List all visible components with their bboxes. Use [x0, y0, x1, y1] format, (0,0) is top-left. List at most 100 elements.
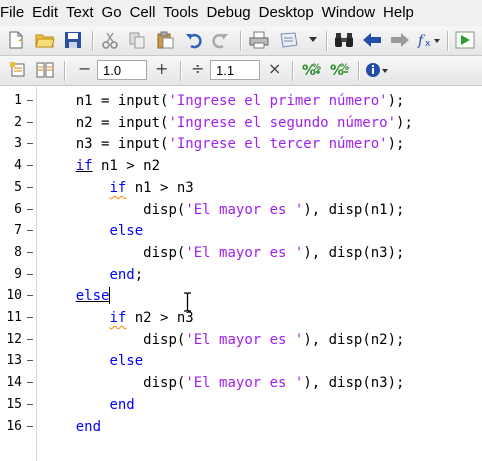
code-line[interactable]: 9 end;	[0, 264, 482, 286]
increment-button[interactable]: +	[155, 59, 168, 78]
fold-marker	[27, 273, 33, 275]
divide-button[interactable]: ÷	[191, 59, 204, 78]
fold-marker	[27, 208, 33, 210]
code-line[interactable]: 1 n1 = input('Ingrese el primer número');	[0, 90, 482, 112]
code-line[interactable]: 13 else	[0, 350, 482, 372]
menu-cell[interactable]: Cell	[126, 0, 160, 26]
code-token: ), disp(n3);	[303, 375, 405, 392]
code-token: );	[387, 93, 405, 109]
forward-arrow-icon[interactable]	[389, 30, 411, 50]
code-line[interactable]: 16 end	[0, 416, 482, 438]
menu-desktop[interactable]: Desktop	[255, 0, 318, 26]
code-line[interactable]: 2 n2 = input('Ingrese el segundo número')…	[0, 112, 482, 134]
decrement-button[interactable]: −	[78, 59, 91, 78]
menu-go[interactable]: Go	[98, 0, 126, 26]
line-number: 2	[14, 114, 22, 130]
keyword-token: end	[109, 396, 135, 413]
line-number: 1	[14, 93, 22, 108]
multiply-button[interactable]: ×	[268, 59, 281, 78]
menu-tools[interactable]: Tools	[159, 0, 202, 26]
code-token: ), disp(n2);	[303, 331, 405, 348]
back-arrow-icon[interactable]	[361, 30, 383, 50]
toolbar-separator	[92, 31, 93, 51]
menu-window[interactable]: Window	[318, 0, 379, 26]
code-line[interactable]: 10 else	[0, 285, 482, 307]
keyword-token: else	[75, 288, 110, 305]
step-value-field[interactable]: 1.0	[97, 60, 147, 80]
line-number: 9	[14, 266, 22, 282]
code-line[interactable]: 15 end	[0, 394, 482, 416]
code-text: disp('El mayor es '), disp(n3);	[143, 372, 404, 394]
line-number: 11	[6, 310, 22, 325]
code-line[interactable]: 8 disp('El mayor es '), disp(n3);	[0, 242, 482, 264]
svg-text:x: x	[425, 39, 431, 49]
string-token: 'El mayor es '	[185, 331, 304, 348]
code-line[interactable]: 7 else	[0, 220, 482, 242]
line-number: 13	[6, 353, 22, 369]
code-editor[interactable]: 1 n1 = input('Ingrese el primer número');…	[0, 86, 482, 461]
fold-marker	[27, 338, 33, 340]
code-line[interactable]: 6 disp('El mayor es '), disp(n1);	[0, 199, 482, 221]
cut-icon[interactable]	[100, 30, 120, 50]
line-number: 5	[14, 179, 22, 195]
menu-edit[interactable]: Edit	[28, 0, 62, 26]
keyword-token: end	[109, 266, 135, 283]
code-line[interactable]: 14 disp('El mayor es '), disp(n3);	[0, 372, 482, 394]
code-token: n1 > n2	[92, 158, 161, 175]
fold-marker	[27, 251, 33, 253]
code-text: else	[109, 220, 143, 242]
cell-percent-icon[interactable]: %%	[328, 60, 352, 80]
string-token: 'Ingrese el segundo número'	[168, 114, 397, 131]
dropdown-arrow-icon[interactable]	[306, 30, 320, 50]
code-line[interactable]: 4 if n1 > n2	[0, 155, 482, 177]
line-number: 12	[6, 331, 22, 347]
fold-marker	[27, 382, 33, 384]
toolbar-separator	[447, 31, 448, 51]
code-token: ), disp(n3);	[303, 244, 405, 261]
code-text: disp('El mayor es '), disp(n3);	[143, 242, 404, 264]
fold-marker	[27, 317, 33, 318]
code-token: );	[387, 136, 405, 153]
code-token: ;	[134, 266, 144, 283]
code-line[interactable]: 11 if n2 > n3	[0, 307, 482, 329]
new-file-icon[interactable]	[6, 30, 26, 50]
code-text: else	[76, 285, 110, 307]
menu-file[interactable]: File	[0, 0, 28, 26]
evaluate-cell-icon[interactable]	[34, 60, 56, 80]
code-line[interactable]: 3 n3 = input('Ingrese el tercer número');	[0, 133, 482, 155]
ibeam-cursor-icon	[183, 292, 192, 317]
fold-marker	[27, 403, 33, 405]
function-browser-icon[interactable]: fx	[416, 30, 442, 50]
code-token: n1 > n3	[126, 179, 194, 196]
save-icon[interactable]	[63, 30, 83, 50]
keyword-token: else	[109, 353, 144, 370]
toolbar-separator	[292, 61, 293, 81]
cell-percent-icon[interactable]: %%	[300, 60, 324, 80]
string-token: 'El mayor es '	[185, 244, 304, 261]
find-icon[interactable]	[333, 30, 355, 50]
print-icon[interactable]	[248, 30, 270, 50]
undo-icon[interactable]	[184, 30, 204, 50]
redo-icon[interactable]	[210, 30, 230, 50]
info-icon[interactable]	[364, 60, 390, 80]
run-icon[interactable]	[454, 30, 476, 50]
code-line[interactable]: 5 if n1 > n3	[0, 177, 482, 199]
code-text: n2 = input('Ingrese el segundo número');	[76, 112, 413, 134]
fold-marker	[27, 186, 33, 188]
paste-icon[interactable]	[155, 30, 175, 50]
code-line[interactable]: 12 disp('El mayor es '), disp(n2);	[0, 329, 482, 351]
code-text: disp('El mayor es '), disp(n1);	[143, 199, 404, 221]
menu-debug[interactable]: Debug	[202, 0, 254, 26]
text-caret	[109, 287, 111, 305]
code-token: disp(	[143, 331, 186, 348]
menu-text[interactable]: Text	[62, 0, 98, 26]
copy-icon[interactable]	[127, 30, 147, 50]
string-token: 'Ingrese el tercer número'	[168, 136, 388, 153]
line-number: 10	[6, 288, 22, 304]
print-preview-icon[interactable]	[278, 30, 300, 50]
code-token: n3 = input(	[75, 136, 169, 153]
scale-value-field[interactable]: 1.1	[210, 60, 260, 80]
menu-help[interactable]: Help	[379, 0, 418, 26]
open-folder-icon[interactable]	[34, 30, 56, 50]
insert-cell-icon[interactable]	[8, 60, 28, 80]
